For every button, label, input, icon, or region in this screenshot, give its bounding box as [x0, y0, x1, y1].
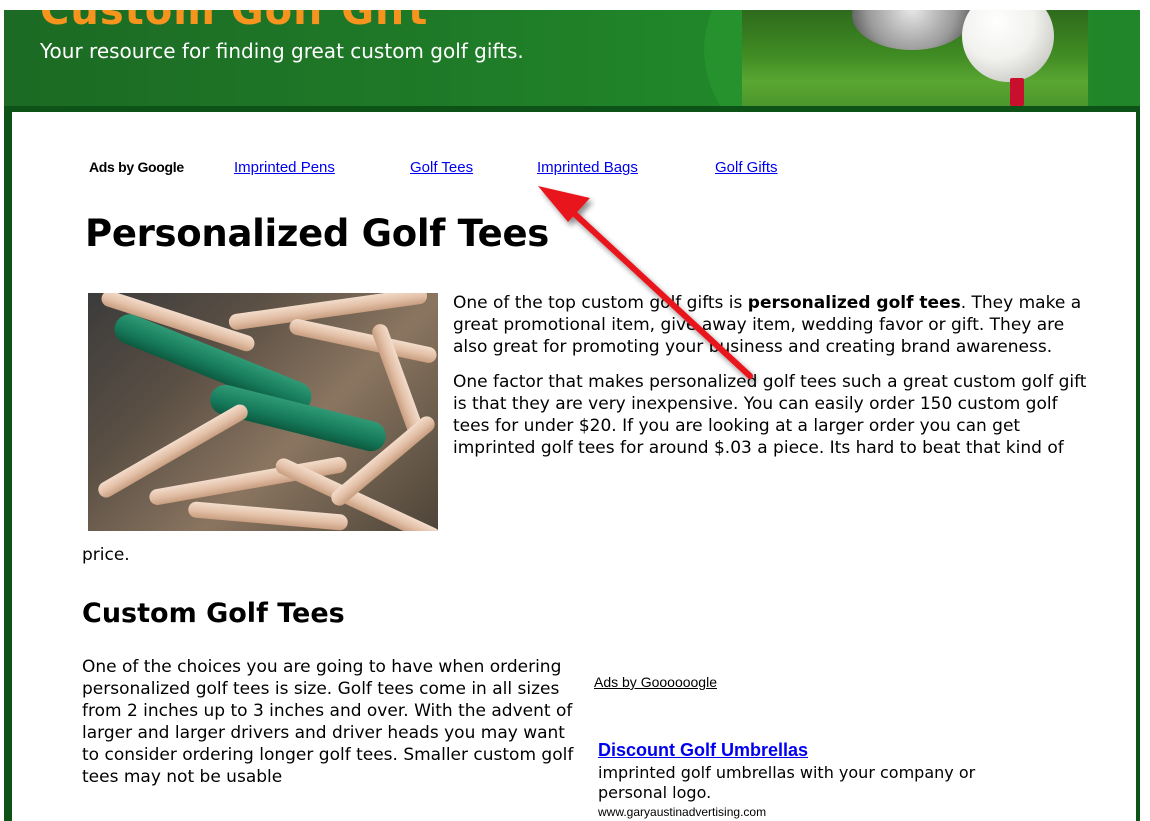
site-header: Custom Golf Gift Your resource for findi… — [4, 10, 1140, 106]
site-title[interactable]: Custom Golf Gift — [40, 10, 428, 34]
content-border: Ads by Google Imprinted Pens Golf Tees I… — [4, 106, 1140, 821]
content-area: Ads by Google Imprinted Pens Golf Tees I… — [12, 112, 1136, 821]
ad-link-golf-gifts[interactable]: Golf Gifts — [715, 159, 778, 176]
golf-ball — [962, 10, 1054, 82]
page-title: Personalized Golf Tees — [85, 212, 549, 255]
ad-link-golf-tees[interactable]: Golf Tees — [410, 159, 473, 176]
ad-url[interactable]: www.garyaustinadvertising.com — [598, 805, 766, 819]
intro-p1-text-start: One of the top custom golf gifts is — [453, 293, 748, 313]
intro-text: One of the top custom golf gifts is pers… — [453, 292, 1093, 472]
ad-title-link[interactable]: Discount Golf Umbrellas — [598, 740, 808, 761]
section-paragraph: One of the choices you are going to have… — [82, 657, 574, 787]
golf-ball-photo — [742, 10, 1088, 106]
intro-paragraph-2-wrap: price. — [82, 545, 130, 565]
golf-club-head — [852, 10, 972, 50]
intro-paragraph-2: One factor that makes personalized golf … — [453, 372, 1087, 458]
ad-description: imprinted golf umbrellas with your compa… — [598, 763, 976, 802]
ads-bar-label[interactable]: Ads by Google — [89, 159, 184, 175]
section-heading: Custom Golf Tees — [82, 598, 345, 629]
intro-p1-bold: personalized golf tees — [747, 293, 961, 313]
page: Custom Golf Gift Your resource for findi… — [0, 0, 1150, 821]
ad-link-imprinted-bags[interactable]: Imprinted Bags — [537, 159, 638, 176]
ad-link-imprinted-pens[interactable]: Imprinted Pens — [234, 159, 335, 176]
intro-paragraph-1: One of the top custom golf gifts is pers… — [453, 292, 1093, 358]
red-tee — [1010, 78, 1024, 106]
right-page-edge — [1140, 0, 1150, 821]
site-tagline: Your resource for finding great custom g… — [40, 39, 524, 63]
golf-tees-photo — [88, 293, 438, 531]
ad-block-label[interactable]: Ads by Goooooogle — [594, 674, 717, 690]
